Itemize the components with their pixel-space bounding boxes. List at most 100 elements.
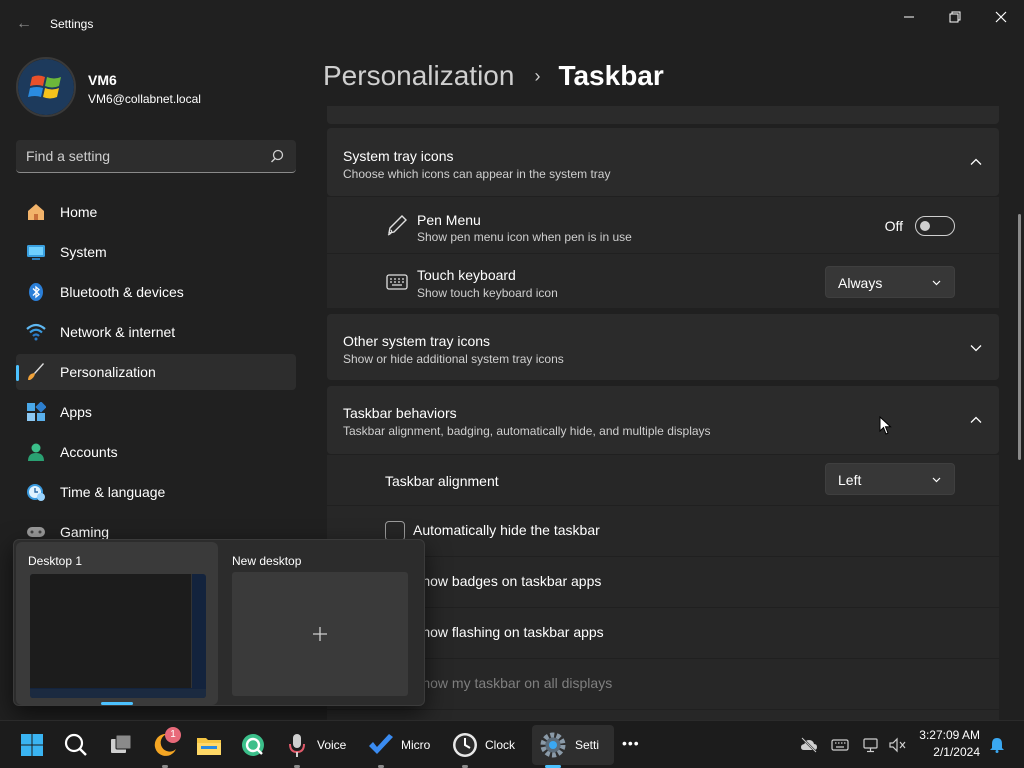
user-name: VM6	[88, 72, 117, 88]
volume-muted-icon[interactable]	[889, 737, 907, 753]
row-title: Taskbar alignment	[385, 473, 499, 489]
taskbar: Voice Micro Clock Setti •••	[0, 720, 1024, 768]
network-tray-icon[interactable]	[863, 737, 881, 753]
time-language-icon	[27, 484, 45, 501]
close-button[interactable]	[978, 0, 1024, 34]
sidebar-item-label: Network & internet	[60, 324, 176, 340]
restore-button[interactable]	[932, 0, 978, 34]
search-icon[interactable]	[270, 149, 284, 163]
system-tray-card[interactable]: System tray icons Choose which icons can…	[327, 128, 999, 196]
checkbox-label: Automatically hide the taskbar	[413, 522, 600, 538]
breadcrumb-parent[interactable]: Personalization	[323, 60, 514, 92]
keyboard-icon	[386, 274, 408, 290]
dropdown-value: Always	[838, 275, 883, 291]
cloud-off-icon[interactable]	[800, 737, 818, 753]
taskbar-behaviors-card[interactable]: Taskbar behaviors Taskbar alignment, bad…	[327, 386, 999, 454]
app-title: Settings	[50, 17, 94, 31]
toggle-state-label: Off	[884, 218, 903, 234]
chevron-down-icon	[932, 280, 941, 286]
checkbox-label: Show badges on taskbar apps	[413, 573, 602, 589]
taskbar-app-label: Setti	[575, 738, 600, 752]
sidebar-item-label: Gaming	[60, 524, 110, 540]
sidebar-item-label: Apps	[60, 404, 92, 420]
auto-hide-checkbox[interactable]	[385, 521, 405, 541]
sidebar-item-home[interactable]: Home	[16, 194, 296, 230]
sidebar-item-personalization[interactable]: Personalization	[16, 354, 296, 390]
chevron-up-icon[interactable]	[969, 155, 983, 169]
sidebar-item-accounts[interactable]: Accounts	[16, 434, 296, 470]
desktop-1-tile[interactable]: Desktop 1	[16, 542, 218, 705]
chevron-down-icon[interactable]	[969, 341, 983, 355]
windows-logo-avatar-icon	[18, 59, 74, 115]
microsoft-todo-icon[interactable]	[367, 731, 395, 759]
touch-keyboard-dropdown[interactable]: Always	[825, 266, 955, 298]
search-box[interactable]	[16, 140, 296, 173]
card-description: Show or hide additional system tray icon…	[343, 352, 564, 366]
breadcrumb-separator: ›	[534, 65, 541, 86]
card-description: Taskbar alignment, badging, automaticall…	[343, 424, 711, 438]
sidebar-item-label: System	[60, 244, 107, 260]
desktop-label: Desktop 1	[28, 554, 83, 568]
sidebar-item-label: Bluetooth & devices	[60, 284, 184, 300]
card-title: System tray icons	[343, 148, 454, 164]
settings-app-icon[interactable]	[539, 731, 567, 759]
keyboard-tray-icon[interactable]	[831, 737, 849, 753]
new-desktop-button[interactable]	[232, 572, 408, 696]
sidebar-item-apps[interactable]: Apps	[16, 394, 296, 430]
card-description: Choose which icons can appear in the sys…	[343, 167, 611, 181]
bell-icon[interactable]	[988, 737, 1006, 753]
personalization-icon	[28, 363, 44, 380]
row-description: Show touch keyboard icon	[417, 286, 558, 300]
page-title: Taskbar	[558, 60, 664, 91]
dropdown-value: Left	[838, 472, 862, 488]
row-title: Touch keyboard	[417, 267, 516, 283]
active-desktop-indicator	[101, 702, 133, 705]
clock-app-icon[interactable]	[451, 731, 479, 759]
refresh-app-icon[interactable]	[239, 731, 267, 759]
clock-date[interactable]: 2/1/2024	[933, 745, 980, 759]
taskbar-app-label: Clock	[485, 738, 516, 752]
task-view-flyout: Desktop 1 New desktop	[13, 539, 425, 706]
other-tray-card[interactable]: Other system tray icons Show or hide add…	[327, 314, 999, 380]
sidebar-item-time-language[interactable]: Time & language	[16, 474, 296, 510]
desktop-thumbnail	[30, 574, 206, 698]
clock-time[interactable]: 3:27:09 AM	[919, 728, 980, 742]
close-icon	[995, 11, 1007, 23]
plus-icon	[313, 627, 327, 641]
avatar[interactable]	[16, 57, 76, 117]
previous-card-edge	[327, 106, 999, 124]
nav-list: Home System Bluetooth & devices Network …	[16, 194, 296, 554]
taskbar-alignment-dropdown[interactable]: Left	[825, 463, 955, 495]
sidebar-item-network[interactable]: Network & internet	[16, 314, 296, 350]
show-badges-row: Show badges on taskbar apps	[327, 557, 999, 607]
scrollbar[interactable]	[1018, 214, 1021, 460]
file-explorer-icon[interactable]	[195, 731, 223, 759]
pen-menu-toggle[interactable]	[915, 216, 955, 236]
auto-hide-row: Automatically hide the taskbar	[327, 506, 999, 556]
system-icon	[27, 245, 45, 260]
pen-icon	[387, 215, 407, 236]
minimize-button[interactable]	[886, 0, 932, 34]
notification-badge: 1	[165, 727, 181, 743]
start-icon[interactable]	[18, 731, 46, 759]
main-content: System tray icons Choose which icons can…	[324, 106, 1000, 720]
sidebar-item-label: Personalization	[60, 364, 156, 380]
sidebar-item-label: Home	[60, 204, 98, 220]
home-icon	[28, 204, 44, 220]
row-description: Show pen menu icon when pen is in use	[417, 230, 632, 244]
back-button[interactable]: ←	[10, 10, 38, 38]
all-displays-row: Show my taskbar on all displays	[327, 659, 999, 709]
chevron-down-icon	[932, 477, 941, 483]
search-input[interactable]	[26, 140, 266, 172]
chevron-up-icon[interactable]	[969, 413, 983, 427]
task-view-icon[interactable]	[107, 731, 135, 759]
more-icon[interactable]: •••	[622, 735, 640, 751]
sidebar-item-system[interactable]: System	[16, 234, 296, 270]
restore-icon	[949, 11, 961, 23]
bluetooth-icon	[29, 283, 43, 301]
accounts-icon	[28, 443, 44, 461]
search-icon[interactable]	[62, 731, 90, 759]
voice-recorder-icon[interactable]	[283, 731, 311, 759]
pen-menu-row: Pen Menu Show pen menu icon when pen is …	[327, 197, 999, 253]
sidebar-item-bluetooth[interactable]: Bluetooth & devices	[16, 274, 296, 310]
